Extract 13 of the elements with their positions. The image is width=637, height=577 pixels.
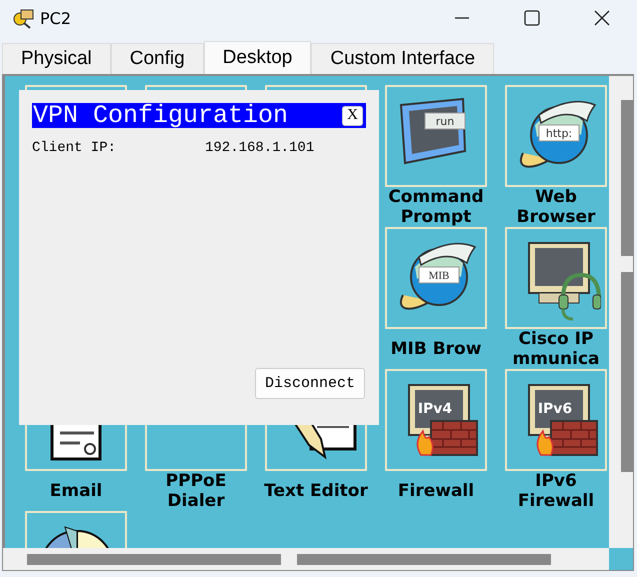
app-label: Firewall xyxy=(398,481,474,501)
window-title: PC2 xyxy=(40,8,72,28)
dialog-title: VPN Configuration xyxy=(33,103,288,128)
app-label: PPPoE Dialer xyxy=(164,471,228,511)
app-label: Cisco IP mmunica xyxy=(511,329,600,369)
app-label: MIB Brow xyxy=(390,339,482,359)
app-label: Email xyxy=(50,481,102,501)
app-label: IPv6 Firewall xyxy=(516,471,596,511)
app-label: Web Browser xyxy=(516,187,596,227)
field-label: Client IP: xyxy=(32,140,118,156)
app-label: Command Prompt xyxy=(387,187,485,227)
app-label: Text Editor xyxy=(264,481,368,501)
field-value: 192.168.1.101 xyxy=(205,140,314,156)
